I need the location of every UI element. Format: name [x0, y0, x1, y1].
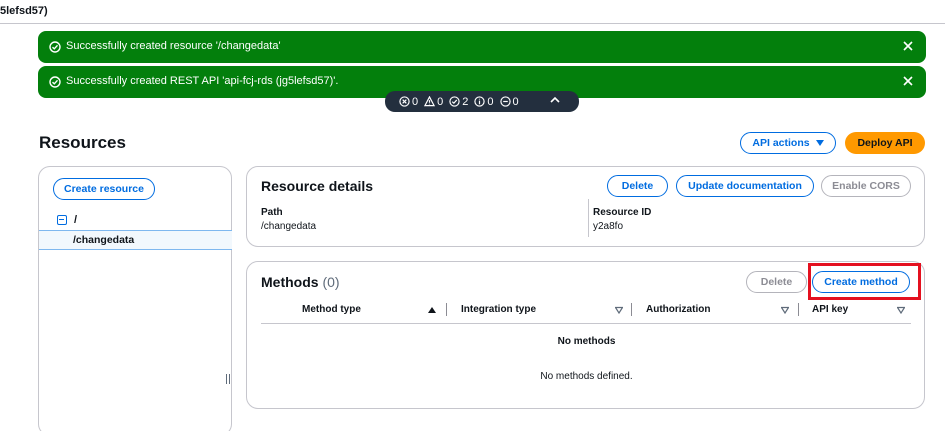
api-actions-button[interactable]: API actions	[740, 132, 836, 154]
column-method-type[interactable]: Method type	[302, 304, 361, 315]
update-documentation-button[interactable]: Update documentation	[676, 175, 814, 197]
empty-state-title: No methods	[557, 336, 616, 347]
column-integration-type[interactable]: Integration type	[461, 304, 536, 315]
tree-node-changedata[interactable]: /changedata	[39, 230, 232, 250]
delete-resource-button[interactable]: Delete	[607, 175, 668, 197]
error-count: 0	[399, 96, 418, 108]
breadcrumb: 5lefsd57)	[0, 5, 48, 17]
collapse-icon[interactable]	[57, 215, 67, 225]
panel-resize-handle[interactable]	[226, 374, 230, 384]
resource-id-value: y2a8fo	[593, 221, 624, 232]
tree-node-label: /changedata	[73, 234, 135, 246]
flash-message: Successfully created resource '/changeda…	[66, 40, 281, 52]
divider	[588, 199, 589, 237]
flash-message: Successfully created REST API 'api-fcj-r…	[66, 75, 339, 87]
column-separator	[798, 303, 799, 316]
in-progress-icon	[499, 96, 511, 107]
page-title: Resources	[39, 133, 126, 152]
sort-caret-icon[interactable]	[897, 306, 905, 314]
tree-node-root[interactable]: /	[57, 214, 77, 226]
column-authorization[interactable]: Authorization	[646, 304, 710, 315]
error-icon	[399, 96, 410, 107]
methods-card: Methods (0) Delete Create method Method …	[246, 261, 925, 409]
check-circle-icon	[449, 96, 460, 107]
close-icon[interactable]	[902, 74, 914, 88]
sort-caret-icon[interactable]	[781, 306, 789, 314]
info-icon	[474, 96, 486, 107]
create-method-button[interactable]: Create method	[812, 271, 910, 293]
column-separator	[631, 303, 632, 316]
check-circle-icon	[49, 41, 61, 53]
success-count: 2	[449, 96, 468, 108]
in-progress-count: 0	[499, 96, 519, 108]
check-circle-icon	[49, 76, 61, 88]
column-separator	[446, 303, 447, 316]
delete-method-button[interactable]: Delete	[746, 271, 807, 293]
warning-count: 0	[424, 96, 443, 108]
resource-details-title: Resource details	[261, 178, 374, 194]
close-icon[interactable]	[902, 39, 914, 53]
tree-node-label: /	[74, 214, 78, 226]
deploy-api-button[interactable]: Deploy API	[845, 132, 925, 154]
methods-title: Methods (0)	[261, 274, 340, 290]
top-bar: 5lefsd57)	[0, 0, 945, 24]
resource-tree-panel: Create resource / /changedata	[38, 166, 232, 431]
path-value: /changedata	[261, 221, 317, 232]
sort-caret-icon[interactable]	[615, 306, 623, 314]
sort-ascending-icon[interactable]	[428, 306, 436, 314]
chevron-up-icon[interactable]	[549, 94, 561, 106]
empty-state-message: No methods defined.	[540, 371, 633, 382]
create-resource-button[interactable]: Create resource	[53, 178, 155, 200]
enable-cors-button[interactable]: Enable CORS	[821, 175, 911, 197]
notification-bar[interactable]: 0 0 2 0 0	[385, 91, 579, 112]
info-count: 0	[474, 96, 494, 108]
methods-table-header: Method type Integration type Authorizati…	[261, 302, 911, 324]
path-label: Path	[261, 207, 283, 218]
resource-details-card: Resource details Delete Update documenta…	[246, 166, 925, 247]
flash-success-resource: Successfully created resource '/changeda…	[38, 31, 926, 63]
caret-down-icon	[815, 140, 824, 146]
column-api-key[interactable]: API key	[812, 304, 848, 315]
methods-count: (0)	[322, 274, 340, 290]
warning-icon	[424, 96, 436, 107]
resource-id-label: Resource ID	[593, 207, 652, 218]
